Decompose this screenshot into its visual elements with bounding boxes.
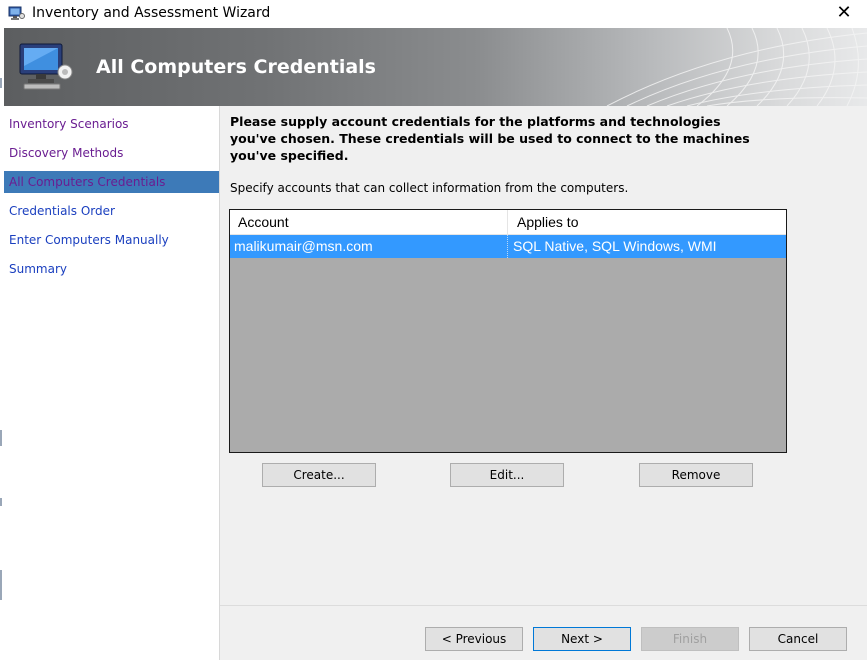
cell-account: malikumair@msn.com (230, 235, 508, 258)
nav-item-summary[interactable]: Summary (4, 258, 219, 280)
cancel-button[interactable]: Cancel (749, 627, 847, 651)
wizard-step-nav: Inventory Scenarios Discovery Methods Al… (4, 106, 220, 660)
nav-item-all-computers-credentials[interactable]: All Computers Credentials (4, 171, 219, 193)
edit-button[interactable]: Edit... (450, 463, 564, 487)
cell-applies-to: SQL Native, SQL Windows, WMI (513, 238, 717, 254)
nav-item-inventory-scenarios[interactable]: Inventory Scenarios (4, 113, 219, 135)
column-header-applies-to[interactable]: Applies to (509, 210, 786, 234)
instructions-heading: Please supply account credentials for th… (230, 114, 750, 163)
nav-item-credentials-order[interactable]: Credentials Order (4, 200, 219, 222)
column-header-account[interactable]: Account (230, 210, 508, 234)
content-panel: Please supply account credentials for th… (220, 106, 867, 660)
nav-item-discovery-methods[interactable]: Discovery Methods (4, 142, 219, 164)
create-button[interactable]: Create... (262, 463, 376, 487)
list-header: Account Applies to (230, 210, 786, 235)
close-icon: ✕ (836, 2, 852, 23)
footer-divider (220, 605, 867, 606)
next-button[interactable]: Next > (533, 627, 631, 651)
previous-button[interactable]: < Previous (425, 627, 523, 651)
decorative-mesh (606, 28, 867, 106)
remove-button[interactable]: Remove (639, 463, 753, 487)
title-bar: Inventory and Assessment Wizard ✕ (0, 0, 867, 28)
monitor-computer-icon (19, 43, 73, 90)
instructions-subtext: Specify accounts that can collect inform… (230, 181, 629, 195)
page-title: All Computers Credentials (96, 56, 376, 78)
table-row[interactable]: malikumair@msn.com SQL Native, SQL Windo… (230, 235, 786, 258)
credentials-list[interactable]: Account Applies to malikumair@msn.com SQ… (229, 209, 787, 453)
wizard-computer-icon (8, 6, 25, 20)
header-banner: All Computers Credentials (4, 28, 867, 106)
finish-button: Finish (641, 627, 739, 651)
nav-item-enter-computers-manually[interactable]: Enter Computers Manually (4, 229, 219, 251)
close-button[interactable]: ✕ (821, 0, 867, 28)
window-title: Inventory and Assessment Wizard (32, 5, 271, 21)
